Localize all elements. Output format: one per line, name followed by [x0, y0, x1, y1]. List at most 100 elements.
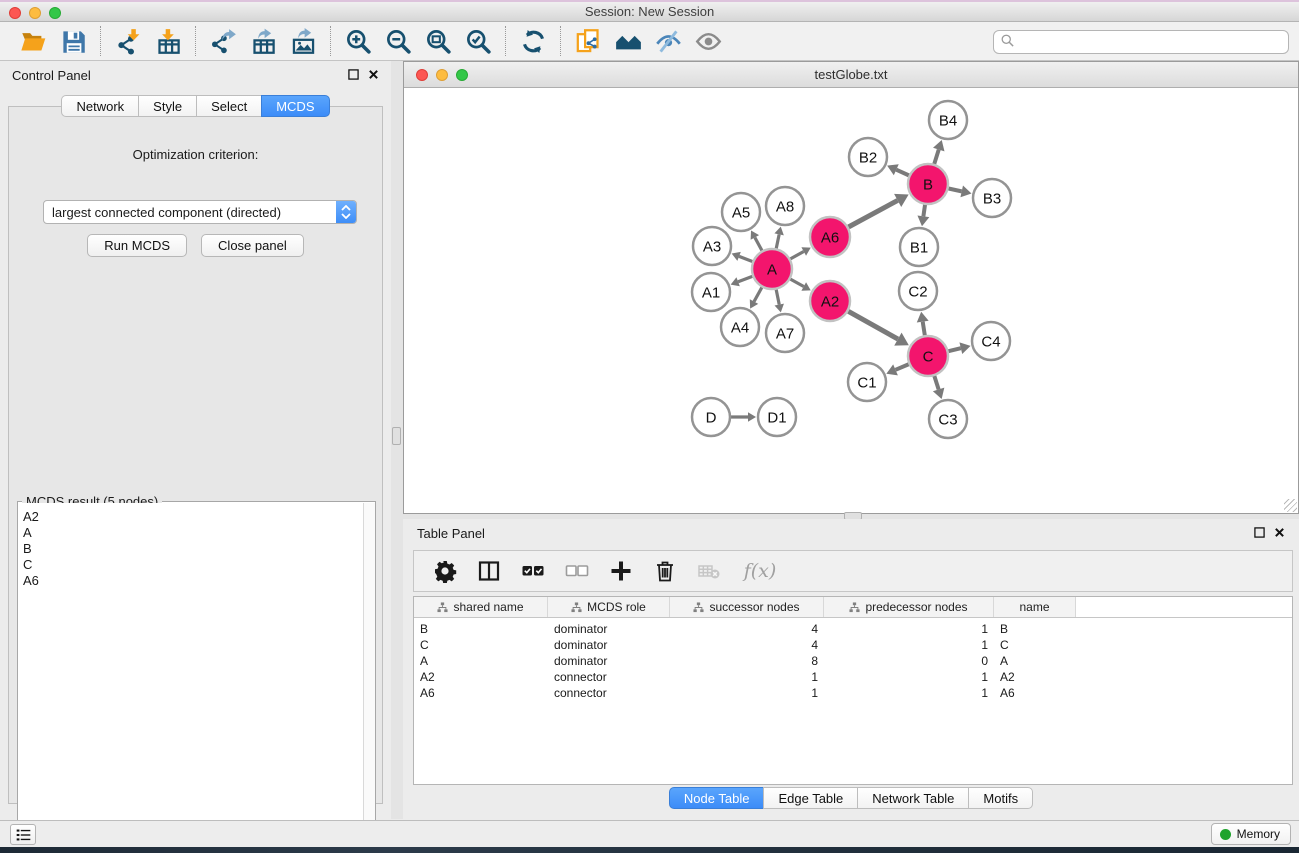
cell-MCDS-role[interactable]: dominator	[548, 638, 670, 652]
tab-network-table[interactable]: Network Table	[857, 787, 968, 809]
cell-shared-name[interactable]: A	[414, 654, 548, 668]
first-neighbors-button[interactable]	[612, 25, 644, 57]
edge-A-A8[interactable]	[776, 234, 779, 248]
edge-C-C2[interactable]	[923, 322, 925, 336]
edge-A-A6[interactable]	[790, 251, 803, 258]
network-zoom-button[interactable]	[456, 69, 468, 81]
network-canvas[interactable]: B4B2BB3A8A5A6A3B1AC2A1A2A4A7C4CC1C3DD1	[404, 88, 1298, 513]
table-row[interactable]: A6connector11A6	[414, 685, 1292, 701]
search-input[interactable]	[1015, 35, 1282, 49]
float-panel-icon[interactable]	[348, 68, 359, 83]
column-header-successor-nodes[interactable]: successor nodes	[670, 597, 824, 617]
vertical-splitter-handle[interactable]	[392, 427, 401, 445]
criterion-dropdown[interactable]: largest connected component (directed)	[43, 200, 357, 224]
settings-gear-button[interactable]	[430, 556, 460, 586]
edge-A-A5[interactable]	[755, 237, 762, 250]
cell-predecessor-nodes[interactable]: 1	[824, 622, 994, 636]
cell-MCDS-role[interactable]: dominator	[548, 654, 670, 668]
cell-predecessor-nodes[interactable]: 1	[824, 686, 994, 700]
cell-name[interactable]: A6	[994, 686, 1076, 700]
cell-successor-nodes[interactable]: 1	[670, 686, 824, 700]
hide-selected-button[interactable]	[652, 25, 684, 57]
add-column-button[interactable]	[606, 556, 636, 586]
edge-B-B1[interactable]	[923, 205, 925, 217]
cell-shared-name[interactable]: B	[414, 622, 548, 636]
result-list-scrollbar[interactable]	[363, 503, 375, 838]
edge-A2-C[interactable]	[848, 311, 898, 339]
cell-MCDS-role[interactable]: dominator	[548, 622, 670, 636]
save-session-button[interactable]	[57, 25, 89, 57]
import-table-button[interactable]	[152, 25, 184, 57]
deselect-all-button[interactable]	[562, 556, 592, 586]
result-list-item[interactable]: A	[23, 525, 364, 541]
result-list-item[interactable]: B	[23, 541, 364, 557]
tab-mcds[interactable]: MCDS	[261, 95, 329, 117]
edge-C-C1[interactable]	[896, 364, 909, 370]
edge-B-B3[interactable]	[949, 188, 962, 191]
cell-MCDS-role[interactable]: connector	[548, 670, 670, 684]
cell-shared-name[interactable]: A6	[414, 686, 548, 700]
tab-network[interactable]: Network	[61, 95, 138, 117]
show-all-button[interactable]	[692, 25, 724, 57]
tab-motifs[interactable]: Motifs	[968, 787, 1033, 809]
cell-successor-nodes[interactable]: 4	[670, 638, 824, 652]
run-mcds-button[interactable]: Run MCDS	[87, 234, 187, 257]
close-panel-icon[interactable]	[1274, 526, 1285, 541]
edge-A6-B[interactable]	[848, 200, 897, 227]
toggle-panel-button[interactable]	[474, 556, 504, 586]
cell-successor-nodes[interactable]: 1	[670, 670, 824, 684]
open-session-button[interactable]	[17, 25, 49, 57]
edge-A-A3[interactable]	[739, 256, 752, 261]
column-header-shared-name[interactable]: shared name	[414, 597, 548, 617]
cell-shared-name[interactable]: C	[414, 638, 548, 652]
cell-predecessor-nodes[interactable]: 1	[824, 638, 994, 652]
edge-B-B2[interactable]	[896, 170, 909, 176]
zoom-fit-button[interactable]	[422, 25, 454, 57]
resize-grip-icon[interactable]	[1284, 499, 1297, 512]
table-row[interactable]: Cdominator41C	[414, 637, 1292, 653]
result-list-item[interactable]: A2	[23, 509, 364, 525]
tab-node-table[interactable]: Node Table	[669, 787, 764, 809]
cell-name[interactable]: A	[994, 654, 1076, 668]
export-network-button[interactable]	[207, 25, 239, 57]
edge-C-C4[interactable]	[948, 348, 960, 351]
select-all-button[interactable]	[518, 556, 548, 586]
import-network-button[interactable]	[112, 25, 144, 57]
search-field[interactable]	[993, 30, 1289, 54]
zoom-selected-button[interactable]	[462, 25, 494, 57]
tab-style[interactable]: Style	[138, 95, 196, 117]
task-history-button[interactable]	[10, 824, 36, 845]
minimize-window-button[interactable]	[29, 7, 41, 19]
duplicate-network-button[interactable]	[572, 25, 604, 57]
column-header-MCDS-role[interactable]: MCDS role	[548, 597, 670, 617]
float-panel-icon[interactable]	[1254, 526, 1265, 541]
edge-A-A2[interactable]	[790, 279, 803, 286]
result-list-item[interactable]: A6	[23, 573, 364, 589]
result-list-item[interactable]: C	[23, 557, 364, 573]
network-graph[interactable]: B4B2BB3A8A5A6A3B1AC2A1A2A4A7C4CC1C3DD1	[404, 88, 1298, 513]
mcds-result-list[interactable]: A2ABCA6	[18, 503, 364, 838]
table-row[interactable]: A2connector11A2	[414, 669, 1292, 685]
column-header-predecessor-nodes[interactable]: predecessor nodes	[824, 597, 994, 617]
tab-select[interactable]: Select	[196, 95, 261, 117]
cell-MCDS-role[interactable]: connector	[548, 686, 670, 700]
close-panel-button[interactable]: Close panel	[201, 234, 304, 257]
cell-predecessor-nodes[interactable]: 1	[824, 670, 994, 684]
edge-A-A7[interactable]	[776, 290, 779, 305]
export-image-button[interactable]	[287, 25, 319, 57]
column-header-name[interactable]: name	[994, 597, 1076, 617]
cell-shared-name[interactable]: A2	[414, 670, 548, 684]
network-minimize-button[interactable]	[436, 69, 448, 81]
cell-predecessor-nodes[interactable]: 0	[824, 654, 994, 668]
zoom-in-button[interactable]	[342, 25, 374, 57]
close-panel-icon[interactable]	[368, 68, 379, 83]
zoom-window-button[interactable]	[49, 7, 61, 19]
refresh-layout-button[interactable]	[517, 25, 549, 57]
table-row[interactable]: Bdominator41B	[414, 621, 1292, 637]
network-close-button[interactable]	[416, 69, 428, 81]
tab-edge-table[interactable]: Edge Table	[763, 787, 857, 809]
export-table-button[interactable]	[247, 25, 279, 57]
cell-successor-nodes[interactable]: 4	[670, 622, 824, 636]
cell-name[interactable]: A2	[994, 670, 1076, 684]
cell-name[interactable]: B	[994, 622, 1076, 636]
